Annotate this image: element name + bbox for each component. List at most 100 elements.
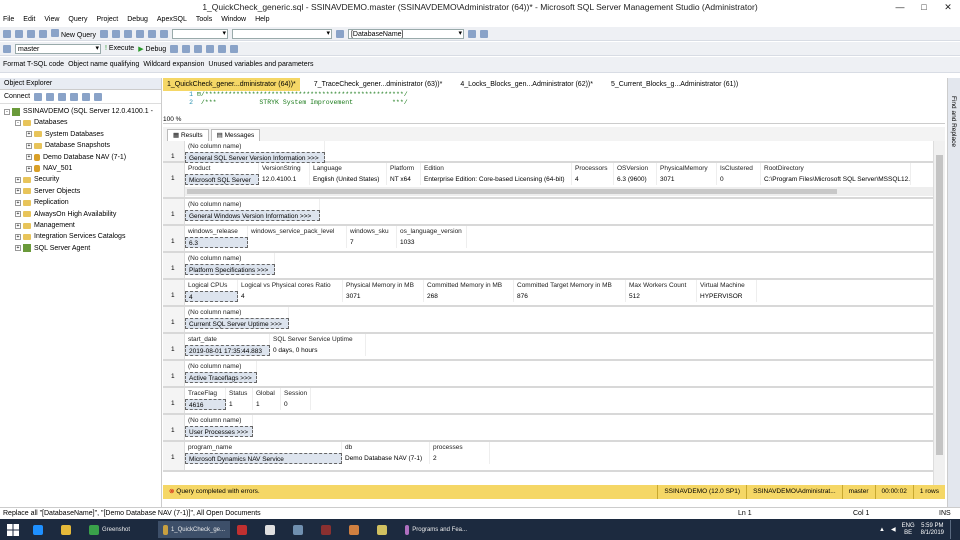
expand-icon[interactable]: +	[26, 142, 32, 149]
new-file-icon[interactable]	[3, 29, 11, 38]
table-cell[interactable]: Current SQL Server Uptime >>>	[185, 318, 289, 329]
connect-icon[interactable]	[3, 44, 11, 53]
database-select[interactable]: master	[15, 43, 101, 54]
column-header[interactable]: db	[342, 442, 430, 453]
column-header[interactable]: Status	[226, 388, 253, 399]
taskbar-app[interactable]	[344, 521, 370, 538]
column-header[interactable]: Edition	[421, 163, 572, 174]
table-cell[interactable]: Active Traceflags >>>	[185, 372, 257, 383]
comment-icon[interactable]	[206, 44, 215, 53]
column-header[interactable]: IsClustered	[717, 163, 761, 174]
stop-icon[interactable]	[170, 44, 179, 53]
tree-node[interactable]: + Database Snapshots	[0, 140, 161, 151]
wildcard-expansion-button[interactable]: Wildcard expansion	[143, 61, 204, 68]
zoom-level[interactable]: 100 %	[163, 116, 181, 123]
column-header[interactable]: Logical CPUs	[185, 280, 238, 291]
row-number[interactable]: 1	[171, 373, 175, 380]
tree-node[interactable]: + SQL Server Agent	[0, 243, 161, 254]
menu-help[interactable]: Help	[255, 14, 269, 26]
table-cell[interactable]: 0 days, 0 hours	[270, 345, 366, 356]
copy-icon[interactable]	[123, 29, 132, 38]
filter-icon[interactable]	[70, 92, 79, 101]
column-header[interactable]: Physical Memory in MB	[343, 280, 424, 291]
activity-monitor-icon[interactable]	[94, 92, 103, 101]
format-tsql-button[interactable]: Format T-SQL code	[3, 61, 64, 68]
query-icon[interactable]	[99, 29, 108, 38]
table-cell[interactable]: 12.0.4100.1	[259, 174, 310, 185]
table-cell[interactable]: 512	[626, 291, 697, 302]
object-qualifying-button[interactable]: Object name qualifying	[68, 61, 139, 68]
open-icon[interactable]	[15, 29, 23, 38]
column-header[interactable]: os_language_version	[397, 226, 467, 237]
table-cell[interactable]: 4	[185, 291, 238, 302]
table-cell[interactable]: C:\Program Files\Microsoft SQL Server\MS…	[761, 174, 911, 185]
table-cell[interactable]: Microsoft SQL Server	[185, 174, 259, 185]
column-header[interactable]: windows_service_pack_level	[248, 226, 347, 237]
tree-node[interactable]: + Management	[0, 220, 161, 231]
editor-line[interactable]: 2 /*** STRYK System Improvement ***/	[163, 99, 945, 107]
row-number[interactable]: 1	[171, 292, 175, 299]
table-cell[interactable]: 4	[238, 291, 343, 302]
table-cell[interactable]: 0	[717, 174, 761, 185]
execute-button[interactable]: ! Execute	[105, 45, 134, 52]
tree-node[interactable]: + Replication	[0, 197, 161, 208]
start-button[interactable]	[0, 519, 26, 540]
tree-node[interactable]: + Integration Services Catalogs	[0, 231, 161, 242]
table-cell[interactable]: General Windows Version Information >>>	[185, 210, 320, 221]
row-number[interactable]: 1	[171, 319, 175, 326]
menu-query[interactable]: Query	[68, 14, 87, 26]
column-header[interactable]: processes	[430, 442, 490, 453]
disconnect-icon[interactable]	[46, 92, 55, 101]
scrollbar-thumb[interactable]	[187, 189, 837, 194]
column-header[interactable]: (No column name)	[185, 361, 257, 372]
editor-line[interactable]: 1 ⊟/*************************************…	[163, 91, 945, 99]
table-cell[interactable]: Microsoft Dynamics NAV Service	[185, 453, 342, 464]
row-number[interactable]: 1	[171, 346, 175, 353]
expand-icon[interactable]: +	[26, 131, 32, 138]
tree-node[interactable]: - SSINAVDEMO (SQL Server 12.0.4100.1 -	[0, 106, 161, 117]
unused-variables-button[interactable]: Unused variables and parameters	[208, 61, 313, 68]
stop-icon[interactable]	[58, 92, 67, 101]
table-cell[interactable]: 1	[226, 399, 253, 410]
column-header[interactable]: Session	[281, 388, 311, 399]
table-cell[interactable]: 2	[430, 453, 490, 464]
tree-node[interactable]: + System Databases	[0, 129, 161, 140]
solution-config-select[interactable]	[171, 28, 228, 39]
document-tab[interactable]: 5_Current_Blocks_g...Administrator (61))	[607, 78, 742, 91]
connect-button[interactable]: Connect	[4, 93, 30, 100]
new-query-button[interactable]: New Query	[51, 28, 96, 39]
collapse-icon[interactable]: -	[15, 120, 21, 127]
table-cell[interactable]: 3071	[343, 291, 424, 302]
close-icon[interactable]: ✕	[936, 0, 960, 14]
row-number[interactable]: 1	[171, 454, 175, 461]
tree-node[interactable]: + Demo Database NAV (7-1)	[0, 152, 161, 163]
row-number[interactable]: 1	[171, 175, 175, 182]
menu-file[interactable]: File	[3, 14, 14, 26]
paste-icon[interactable]	[135, 29, 144, 38]
taskbar-app[interactable]	[28, 521, 54, 538]
column-header[interactable]: Processors	[572, 163, 614, 174]
expand-icon[interactable]: +	[15, 233, 21, 240]
row-number[interactable]: 1	[171, 427, 175, 434]
menu-tools[interactable]: Tools	[196, 14, 212, 26]
taskbar-app[interactable]	[232, 521, 258, 538]
column-header[interactable]: windows_sku	[347, 226, 397, 237]
expand-icon[interactable]: +	[15, 177, 21, 184]
table-cell[interactable]: HYPERVISOR	[697, 291, 757, 302]
plan-icon[interactable]	[194, 44, 203, 53]
expand-icon[interactable]: +	[15, 188, 21, 195]
column-header[interactable]: Language	[310, 163, 387, 174]
expand-icon[interactable]: +	[15, 245, 21, 252]
parse-icon[interactable]	[182, 44, 191, 53]
column-header[interactable]: Product	[185, 163, 259, 174]
toolbox-icon[interactable]	[479, 29, 488, 38]
find-replace-panel[interactable]: Find and Replace	[947, 78, 960, 507]
properties-icon[interactable]	[467, 29, 476, 38]
column-header[interactable]: (No column name)	[185, 199, 320, 210]
table-cell[interactable]: Platform Specifications >>>	[185, 264, 275, 275]
column-header[interactable]: (No column name)	[185, 253, 275, 264]
column-header[interactable]: Logical vs Physical cores Ratio	[238, 280, 343, 291]
expand-icon[interactable]: +	[26, 154, 32, 161]
menu-debug[interactable]: Debug	[127, 14, 148, 26]
column-header[interactable]: (No column name)	[185, 307, 289, 318]
